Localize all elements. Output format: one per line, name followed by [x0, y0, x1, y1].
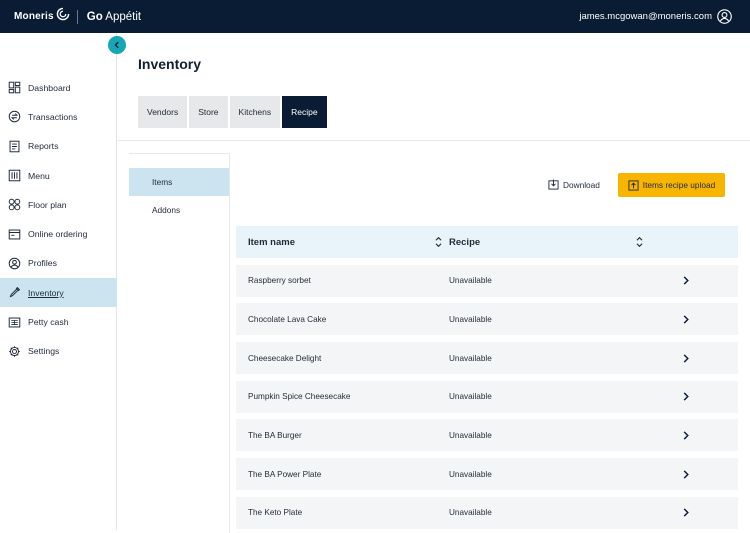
- inventory-icon: [9, 287, 21, 298]
- sidebar-item-label: Transactions: [28, 111, 78, 122]
- recipe-status-cell: Unavailable: [449, 392, 492, 402]
- sidebar-item-label: Reports: [28, 141, 59, 152]
- sidebar-item-label: Profiles: [28, 258, 57, 269]
- menu-icon: [8, 169, 21, 182]
- subnav-item-addons[interactable]: Addons: [129, 196, 229, 224]
- chevron-right-icon[interactable]: [683, 276, 689, 285]
- recipe-status-cell: Unavailable: [449, 314, 492, 324]
- moneris-swirl-icon: [56, 7, 70, 20]
- chevron-left-icon: [114, 41, 119, 49]
- subnav-item-items[interactable]: Items: [129, 168, 229, 196]
- sidebar-item-label: Dashboard: [28, 82, 71, 93]
- chevron-right-icon[interactable]: [683, 353, 689, 363]
- recipe-status-cell: Unavailable: [449, 353, 492, 363]
- table-row[interactable]: Raspberry sorbet Unavailable: [236, 264, 738, 297]
- recipe-status-cell: Unavailable: [449, 276, 492, 286]
- table-row[interactable]: The BA Burger Unavailable: [236, 419, 738, 452]
- table-row[interactable]: The Keto Plate Unavailable: [236, 496, 738, 529]
- item-name-cell: The BA Power Plate: [248, 469, 322, 479]
- column-header-item-name[interactable]: Item name: [248, 237, 295, 248]
- sidebar: Dashboard Transactions Reports Menu Floo…: [0, 33, 117, 530]
- collapse-sidebar-button[interactable]: [108, 36, 126, 54]
- petty-cash-icon: [8, 317, 21, 327]
- sort-icon[interactable]: [635, 236, 644, 248]
- chevron-right-icon[interactable]: [683, 315, 689, 324]
- upload-icon: [628, 179, 639, 191]
- column-header-recipe[interactable]: Recipe: [449, 237, 480, 248]
- recipe-subnav: Items Addons: [129, 153, 230, 533]
- reports-icon: [9, 140, 20, 153]
- table-row[interactable]: Cheesecake Delight Unavailable: [236, 342, 738, 375]
- user-email: james.mcgowan@moneris.com: [579, 11, 712, 22]
- chevron-right-icon[interactable]: [683, 392, 689, 401]
- sidebar-item-dashboard[interactable]: Dashboard: [0, 73, 117, 102]
- item-name-cell: Cheesecake Delight: [248, 353, 322, 363]
- sidebar-item-label: Floor plan: [28, 199, 67, 210]
- recipe-table: Item name Recipe Raspberry sorbet Unavai…: [236, 226, 738, 529]
- download-button[interactable]: Download: [548, 179, 600, 190]
- sidebar-item-label: Menu: [28, 170, 50, 181]
- sidebar-item-profiles[interactable]: Profiles: [0, 249, 117, 278]
- profiles-icon: [8, 257, 21, 270]
- sidebar-item-floor-plan[interactable]: Floor plan: [0, 190, 117, 219]
- brand-separator: [76, 9, 78, 24]
- sidebar-item-menu[interactable]: Menu: [0, 161, 117, 190]
- page-title: Inventory: [138, 56, 202, 72]
- download-icon: [548, 179, 559, 190]
- table-row[interactable]: Chocolate Lava Cake Unavailable: [236, 303, 738, 336]
- online-ordering-icon: [8, 229, 21, 240]
- sidebar-item-label: Online ordering: [28, 229, 88, 240]
- tab-store[interactable]: Store: [189, 96, 228, 128]
- transactions-icon: [8, 111, 21, 123]
- recipe-status-cell: Unavailable: [449, 430, 492, 440]
- item-name-cell: The Keto Plate: [248, 508, 303, 518]
- chevron-right-icon[interactable]: [683, 431, 689, 440]
- brand-logo[interactable]: Moneris Go Appétit: [14, 7, 142, 24]
- table-row[interactable]: The BA Power Plate Unavailable: [236, 458, 738, 491]
- settings-icon: [9, 346, 20, 357]
- dashboard-icon: [8, 81, 21, 94]
- item-name-cell: The BA Burger: [248, 430, 302, 440]
- header-divider: [118, 140, 750, 141]
- sidebar-item-label: Settings: [28, 346, 60, 357]
- tab-recipe[interactable]: Recipe: [282, 96, 327, 128]
- recipe-status-cell: Unavailable: [449, 508, 492, 518]
- top-bar: Moneris Go Appétit james.mcgowan@moneris…: [0, 0, 750, 33]
- table-header: Item name Recipe: [236, 226, 738, 258]
- sidebar-item-label: Petty cash: [28, 317, 69, 328]
- tab-vendors[interactable]: Vendors: [138, 96, 188, 128]
- sidebar-item-petty-cash[interactable]: Petty cash: [0, 307, 117, 336]
- user-avatar-icon[interactable]: [717, 9, 732, 24]
- sidebar-nav: Dashboard Transactions Reports Menu Floo…: [0, 73, 117, 366]
- item-name-cell: Pumpkin Spice Cheesecake: [248, 392, 351, 402]
- user-menu[interactable]: james.mcgowan@moneris.com: [579, 0, 732, 33]
- recipe-status-cell: Unavailable: [449, 469, 492, 479]
- sidebar-item-online-ordering[interactable]: Online ordering: [0, 219, 117, 248]
- product-name: Go Appétit: [86, 10, 142, 23]
- sidebar-item-label: Inventory: [28, 287, 64, 298]
- sort-icon[interactable]: [434, 236, 443, 248]
- sidebar-item-transactions[interactable]: Transactions: [0, 102, 117, 131]
- chevron-right-icon[interactable]: [683, 470, 689, 479]
- upload-label: Items recipe upload: [642, 180, 716, 190]
- sidebar-item-inventory[interactable]: Inventory: [0, 278, 117, 308]
- sidebar-item-settings[interactable]: Settings: [0, 337, 117, 366]
- items-recipe-upload-button[interactable]: Items recipe upload: [618, 173, 725, 197]
- sidebar-item-reports[interactable]: Reports: [0, 132, 117, 161]
- table-row[interactable]: Pumpkin Spice Cheesecake Unavailable: [236, 380, 738, 413]
- chevron-right-icon[interactable]: [683, 508, 689, 517]
- main-content: Inventory Vendors Store Kitchens Recipe …: [118, 33, 750, 533]
- floor-plan-icon: [8, 199, 21, 211]
- item-name-cell: Raspberry sorbet: [248, 276, 311, 286]
- moneris-wordmark: Moneris: [14, 11, 54, 22]
- inventory-tabs: Vendors Store Kitchens Recipe: [138, 96, 329, 128]
- item-name-cell: Chocolate Lava Cake: [248, 314, 327, 324]
- download-label: Download: [563, 179, 600, 190]
- tab-kitchens[interactable]: Kitchens: [229, 96, 281, 128]
